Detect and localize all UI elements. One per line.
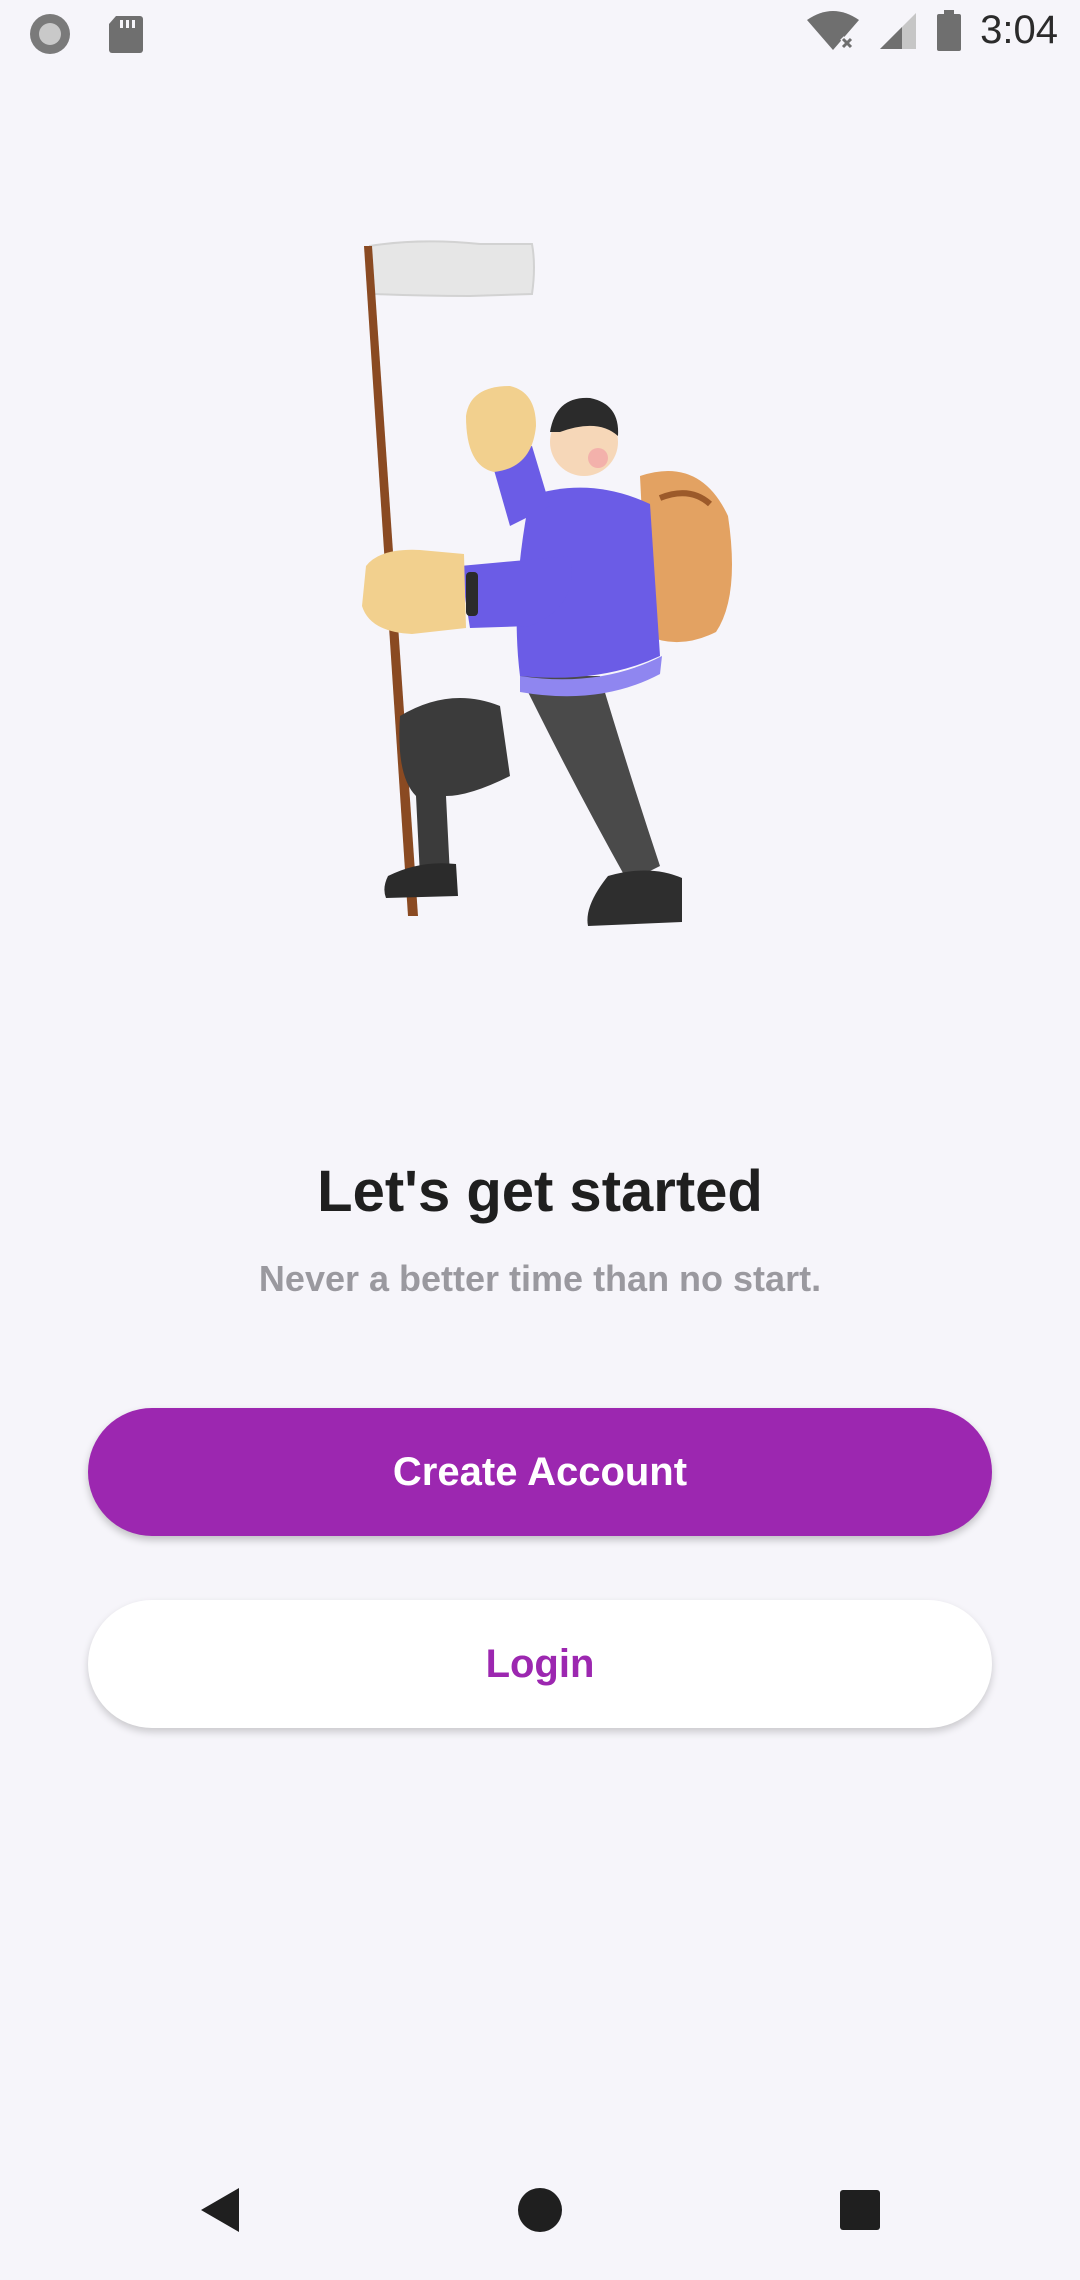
status-right: 3:04 (806, 8, 1058, 53)
page-title: Let's get started (317, 1159, 763, 1224)
system-navigation-bar (0, 2130, 1080, 2280)
nav-back-button[interactable] (180, 2170, 260, 2250)
status-left (28, 12, 144, 56)
home-icon (518, 2188, 562, 2232)
hiker-illustration (362, 240, 732, 926)
nav-recents-button[interactable] (820, 2170, 900, 2250)
signal-icon (880, 12, 917, 49)
create-account-button[interactable]: Create Account (88, 1408, 992, 1536)
create-account-label: Create Account (392, 1449, 688, 1494)
back-icon (201, 2188, 239, 2232)
status-time: 3:04 (980, 8, 1058, 52)
login-label: Login (485, 1641, 595, 1686)
status-bar: 3:04 (0, 0, 1080, 68)
login-button[interactable]: Login (88, 1600, 992, 1728)
sd-card-icon (109, 16, 143, 53)
record-icon (30, 14, 70, 54)
recents-icon (840, 2190, 880, 2230)
nav-home-button[interactable] (500, 2170, 580, 2250)
page-subtitle: Never a better time than no start. (258, 1258, 822, 1299)
wifi-icon (807, 10, 860, 50)
battery-icon (937, 9, 962, 51)
onboarding-screen: 3:04 Let's get started Never a better ti… (0, 0, 1080, 2280)
